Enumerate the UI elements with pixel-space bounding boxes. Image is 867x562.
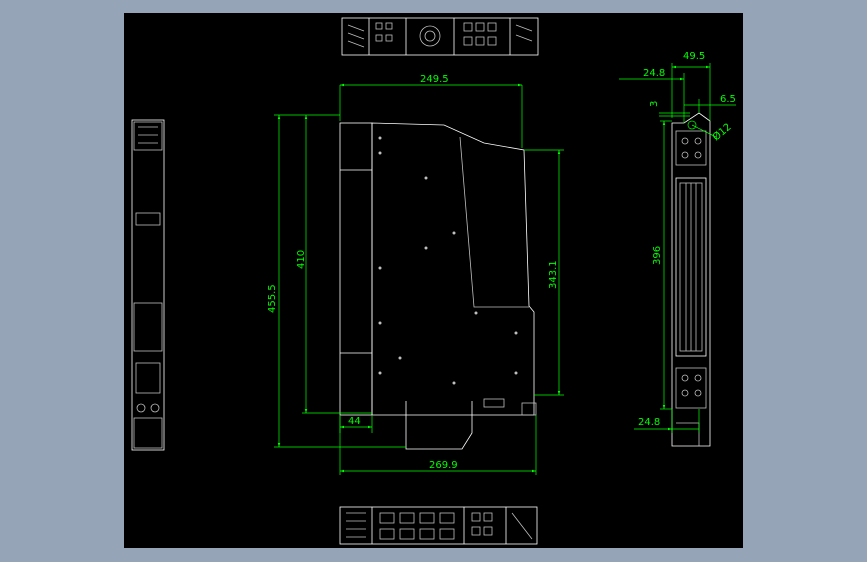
dim-height-right: 343.1 (548, 260, 559, 289)
dim-side-hole-offset: 3 (649, 101, 660, 107)
dim-height-body: 410 (296, 250, 307, 269)
dim-side-width-total: 49.5 (683, 51, 705, 62)
dim-side-height: 396 (652, 246, 663, 265)
dim-foot-width: 44 (348, 416, 361, 427)
top-view (341, 17, 539, 56)
dim-side-bottom-width: 24.8 (638, 417, 660, 428)
side-view-dimensions (274, 83, 564, 475)
dim-side-hole-dia: Ø12 (710, 121, 734, 143)
front-view (131, 119, 165, 451)
side-view (339, 122, 537, 450)
dim-top-width: 249.5 (420, 74, 449, 85)
rear-view (671, 112, 711, 447)
dim-side-width-offset: 24.8 (643, 68, 665, 79)
dim-bottom-width: 269.9 (429, 460, 458, 471)
bottom-view (339, 506, 538, 545)
dim-height-overall: 455.5 (267, 284, 278, 313)
rear-view-dimensions (619, 63, 736, 433)
cad-drawing: 249.5 455.5 410 343.1 44 269.9 49.5 24.8… (131, 17, 736, 545)
drawing-canvas[interactable]: 249.5 455.5 410 343.1 44 269.9 49.5 24.8… (124, 13, 743, 548)
dim-side-hole-right: 6.5 (720, 94, 736, 105)
